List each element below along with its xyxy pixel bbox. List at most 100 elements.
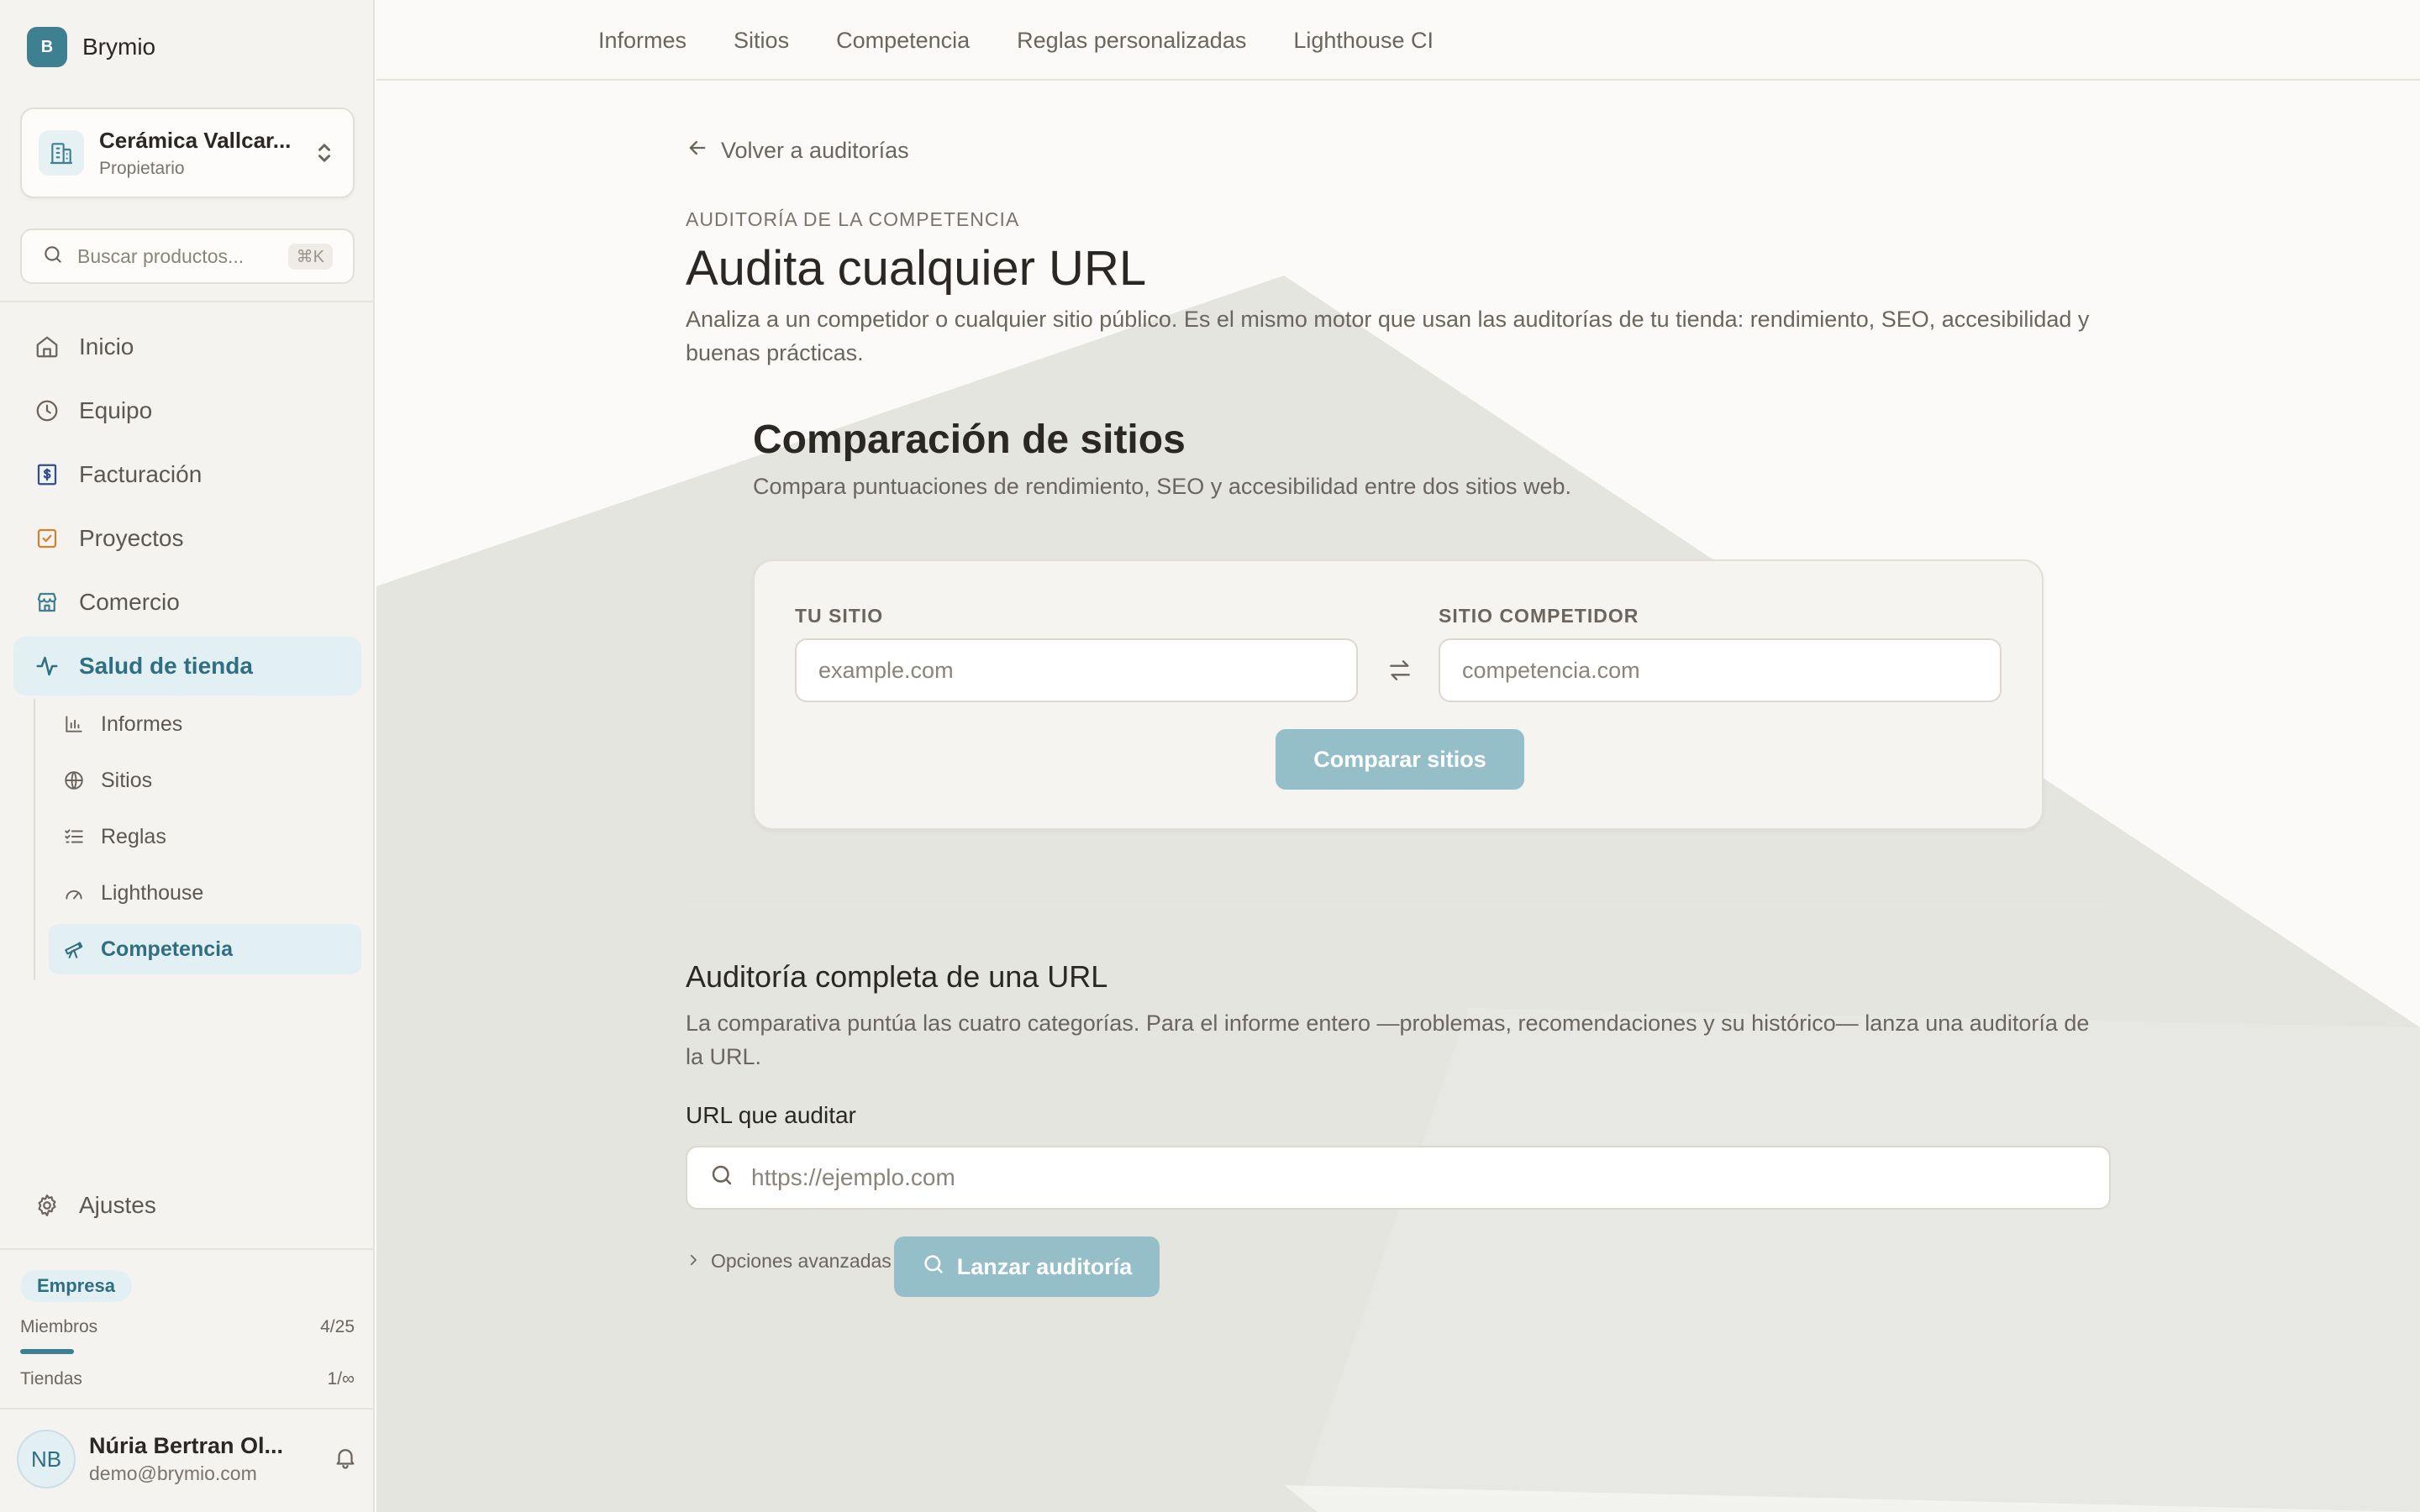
members-value: 4/25 <box>320 1317 355 1336</box>
product-search[interactable]: Buscar productos... ⌘K <box>20 228 355 284</box>
checkbox-icon <box>34 525 60 552</box>
back-link[interactable]: Volver a auditorías <box>686 136 909 165</box>
nav-item-comercio[interactable]: Comercio <box>13 573 361 632</box>
url-placeholder: https://ejemplo.com <box>751 1164 955 1190</box>
full-audit-title: Auditoría completa de una URL <box>686 959 1108 994</box>
org-role: Propietario <box>99 158 185 178</box>
nav-label: Comercio <box>79 589 180 615</box>
your-site-placeholder: example.com <box>818 657 954 683</box>
subnav-label: Reglas <box>101 824 166 848</box>
subnav-label: Informes <box>101 711 183 736</box>
members-progress <box>20 1349 355 1354</box>
nav-item-inicio[interactable]: Inicio <box>13 318 361 376</box>
tab-informes[interactable]: Informes <box>598 28 687 54</box>
user-name: Núria Bertran Ol... <box>89 1433 284 1458</box>
home-icon <box>34 333 60 360</box>
nav-label: Proyectos <box>79 525 184 551</box>
gauge-icon <box>60 879 87 906</box>
nav-item-ajustes[interactable]: Ajustes <box>13 1176 361 1235</box>
stores-label: Tiendas <box>20 1369 82 1389</box>
list-check-icon <box>60 823 87 850</box>
gear-icon <box>34 1192 60 1219</box>
nav-item-salud-de-tienda[interactable]: Salud de tienda <box>13 637 361 696</box>
tab-sitios[interactable]: Sitios <box>734 28 789 54</box>
your-site-label: TU SITIO <box>795 605 884 627</box>
nav-label: Facturación <box>79 461 203 487</box>
globe-icon <box>60 767 87 794</box>
subnav: Informes Sitios Reglas Lighthouse Compet… <box>34 699 361 980</box>
back-link-label: Volver a auditorías <box>721 138 909 163</box>
full-audit-description: La comparativa puntúa las cuatro categor… <box>686 1011 2090 1069</box>
members-progress-fill <box>20 1349 74 1354</box>
tab-competencia[interactable]: Competencia <box>836 28 970 54</box>
section-divider <box>686 900 2111 902</box>
launch-audit-label: Lanzar auditoría <box>956 1253 1133 1279</box>
chevron-right-icon <box>686 1250 701 1273</box>
plan-badge: Empresa <box>20 1270 132 1302</box>
subnav-item-lighthouse[interactable]: Lighthouse <box>49 868 361 918</box>
nav-item-facturacion[interactable]: Facturación <box>13 445 361 504</box>
your-site-input[interactable]: example.com <box>795 638 1358 702</box>
members-usage: Miembros 4/25 <box>20 1317 355 1337</box>
stores-usage: Tiendas 1/∞ <box>20 1369 355 1389</box>
page-description: Analiza a un competidor o cualquier siti… <box>686 307 2090 365</box>
stores-value: 1/∞ <box>327 1369 355 1389</box>
page-title: Audita cualquier URL <box>686 241 1147 296</box>
subnav-label: Lighthouse <box>101 880 204 905</box>
brand-logo: B <box>27 27 67 67</box>
compare-sites-button[interactable]: Comparar sitios <box>1276 729 1524 790</box>
user-divider <box>0 1408 375 1410</box>
advanced-options-toggle[interactable]: Opciones avanzadas <box>686 1250 892 1273</box>
top-bar: Informes Sitios Competencia Reglas perso… <box>376 0 2420 81</box>
subnav-item-reglas[interactable]: Reglas <box>49 811 361 862</box>
clock-icon <box>34 397 60 424</box>
brand-name: Brymio <box>82 34 156 60</box>
main-content: Volver a auditorías AUDITORÍA DE LA COMP… <box>376 82 2420 1512</box>
members-label: Miembros <box>20 1317 98 1336</box>
search-shortcut: ⌘K <box>287 243 333 270</box>
comparison-description: Compara puntuaciones de rendimiento, SEO… <box>753 474 1572 499</box>
subnav-item-competencia[interactable]: Competencia <box>49 924 361 974</box>
invoice-icon <box>34 461 60 488</box>
avatar: NB <box>17 1430 76 1488</box>
bell-icon[interactable] <box>333 1445 358 1474</box>
tab-lighthouse-ci[interactable]: Lighthouse CI <box>1293 28 1434 54</box>
search-placeholder: Buscar productos... <box>77 244 245 267</box>
nav-label: Ajustes <box>79 1192 156 1218</box>
building-icon <box>39 130 84 176</box>
telescope-icon <box>60 936 87 963</box>
launch-audit-button[interactable]: Lanzar auditoría <box>894 1236 1160 1297</box>
url-label: URL que auditar <box>686 1102 856 1128</box>
nav-item-proyectos[interactable]: Proyectos <box>13 509 361 568</box>
activity-icon <box>34 653 60 680</box>
comparison-title: Comparación de sitios <box>753 417 1186 462</box>
sidebar: B Brymio Cerámica Vallcar... Propietario… <box>0 0 375 1512</box>
chevron-up-down-icon <box>313 140 336 165</box>
sidebar-divider <box>0 301 375 302</box>
subnav-item-informes[interactable]: Informes <box>49 699 361 749</box>
org-name: Cerámica Vallcar... <box>99 127 292 153</box>
top-nav: Informes Sitios Competencia Reglas perso… <box>598 0 1434 81</box>
swap-icon[interactable] <box>1385 655 1415 685</box>
url-input[interactable]: https://ejemplo.com <box>686 1146 2111 1210</box>
competitor-site-label: SITIO COMPETIDOR <box>1439 605 1639 627</box>
user-profile[interactable]: NB Núria Bertran Ol... demo@brymio.com <box>17 1430 358 1488</box>
advanced-options-label: Opciones avanzadas <box>711 1250 892 1272</box>
search-icon <box>42 244 64 270</box>
store-icon <box>34 589 60 616</box>
nav-item-equipo[interactable]: Equipo <box>13 381 361 440</box>
subnav-item-sitios[interactable]: Sitios <box>49 755 361 806</box>
nav-label: Salud de tienda <box>79 653 253 679</box>
competitor-site-input[interactable]: competencia.com <box>1439 638 2002 702</box>
page-eyebrow: AUDITORÍA DE LA COMPETENCIA <box>686 208 1020 230</box>
search-icon <box>709 1163 734 1194</box>
org-switcher[interactable]: Cerámica Vallcar... Propietario <box>20 108 355 198</box>
nav-label: Inicio <box>79 333 134 360</box>
bar-chart-icon <box>60 711 87 738</box>
user-email: demo@brymio.com <box>89 1462 257 1484</box>
brand[interactable]: B Brymio <box>27 27 155 67</box>
arrow-left-icon <box>686 136 709 165</box>
search-icon <box>922 1252 945 1282</box>
tab-reglas-personalizadas[interactable]: Reglas personalizadas <box>1017 28 1246 54</box>
plan-divider <box>0 1248 375 1250</box>
